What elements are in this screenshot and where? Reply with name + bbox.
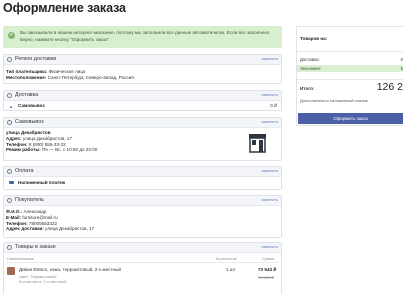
pickup-phone-value: 8 (800) 555-33-22	[28, 141, 66, 147]
product-thumbnail[interactable]	[7, 267, 15, 275]
pickup-point-name: улица Декабристов	[6, 130, 51, 135]
buyer-email-value: furniture@mail.ru	[22, 214, 58, 220]
section-circle-icon	[7, 120, 12, 125]
section-circle-icon	[7, 93, 12, 98]
buyer-change-link[interactable]: изменить	[261, 196, 278, 205]
buyer-name-label: Ф.И.О.:	[6, 209, 23, 214]
summary-total-label: Итого:	[300, 86, 315, 91]
col-qty-header: Количество	[216, 256, 237, 261]
delivery-method[interactable]: Самовывоз	[18, 103, 45, 108]
buyer-title: Покупатель	[15, 197, 44, 203]
section-circle-icon	[7, 245, 12, 250]
region-change-link[interactable]: изменить	[261, 55, 278, 64]
pickup-hours-label: Режим работы:	[6, 147, 41, 153]
cash-icon	[9, 181, 14, 184]
summary-total-value: 126 2	[376, 81, 403, 93]
location-value: Санкт-Петербург, Северо-Запад, Россия	[47, 74, 134, 80]
delivery-title: Доставка	[15, 92, 39, 98]
cart-title: Товары в заказе	[15, 244, 56, 250]
pickup-change-link[interactable]: изменить	[261, 118, 278, 127]
notice-text: Вы заказывали в нашем интернет-магазине,…	[20, 30, 270, 42]
store-icon	[249, 134, 266, 153]
autofill-notice: ✓ Вы заказывали в нашем интернет-магазин…	[3, 26, 282, 48]
payment-section: Оплата изменить Наложенный платеж	[3, 166, 282, 190]
product-old-sum: 79 000 ₽	[258, 275, 274, 280]
payment-change-link[interactable]: изменить	[261, 167, 278, 176]
buyer-phone-label: Телефон:	[6, 220, 28, 226]
buyer-address-label: Адрес доставки:	[6, 226, 44, 232]
delivery-price: 0 ₽	[270, 103, 277, 108]
delivery-change-link[interactable]: изменить	[261, 91, 278, 100]
product-sum: 73 543 ₽	[258, 267, 277, 272]
table-divider	[6, 262, 278, 263]
payment-header: Оплата изменить	[4, 167, 281, 177]
summary-saving-label: Экономия:	[300, 66, 322, 71]
region-header: Регион доставки изменить	[4, 55, 281, 65]
section-circle-icon	[7, 198, 12, 203]
pickup-truck-icon: ▲	[9, 104, 13, 109]
pickup-section: Самовывоз изменить улица Декабристов Адр…	[3, 117, 282, 161]
payment-method[interactable]: Наложенный платеж	[18, 180, 65, 185]
pickup-address-label: Адрес:	[6, 135, 22, 141]
order-summary: Товаров на: Доставка: 0 Экономия: 5 Итог…	[296, 26, 403, 126]
delivery-section: Доставка изменить ▲ Самовывоз 0 ₽	[3, 90, 282, 111]
buyer-email-label: E-Mail:	[6, 214, 22, 220]
product-qty: 1 шт	[226, 267, 236, 272]
region-section: Регион доставки изменить Тип плательщика…	[3, 54, 282, 84]
buyer-address-value: улица Декабристов, 17	[45, 226, 95, 232]
section-circle-icon	[7, 169, 12, 174]
info-check-icon: ✓	[8, 32, 15, 39]
pickup-address-value: улица Декабристов, 17	[22, 135, 72, 141]
product-seats: Кол-во мест: 2-х местный	[19, 279, 67, 284]
pickup-hours-value: Пн — Вс. с 10:00 до 22:00	[42, 147, 98, 153]
buyer-header: Покупатель изменить	[4, 196, 281, 206]
summary-delivery-label: Доставка:	[300, 57, 320, 62]
pickup-phone-label: Телефон:	[6, 141, 28, 147]
buyer-section: Покупатель изменить Ф.И.О.: Александр E-…	[3, 195, 282, 238]
cart-section: Товары в заказе изменить Наименование Ко…	[3, 242, 282, 294]
payer-type-value: Физическое лицо	[48, 69, 86, 74]
place-order-button[interactable]: Оформить заказ	[298, 113, 403, 124]
col-name-header: Наименование	[7, 256, 34, 261]
page-title: Оформление заказа	[3, 1, 126, 15]
payer-type-label: Тип плательщика:	[6, 69, 48, 74]
buyer-phone-value: 78005553322	[28, 220, 58, 226]
pickup-header: Самовывоз изменить	[4, 118, 281, 128]
section-circle-icon	[7, 57, 12, 62]
pickup-title: Самовывоз	[15, 119, 44, 125]
summary-cod-note: Дополнительно наложенный платеж	[300, 98, 368, 103]
col-sum-header: Сумма	[262, 256, 275, 261]
payment-title: Оплата	[15, 168, 34, 174]
location-label: Местоположение:	[6, 74, 47, 80]
summary-divider	[297, 51, 403, 52]
summary-items-label: Товаров на:	[300, 36, 328, 41]
cart-change-link[interactable]: изменить	[261, 243, 278, 252]
summary-divider-2	[297, 79, 403, 80]
product-name[interactable]: Диван Elesco, кожа, терракотовый, 2-х ме…	[19, 267, 121, 273]
buyer-name-value: Александр	[23, 209, 47, 214]
delivery-header: Доставка изменить	[4, 91, 281, 101]
cart-header: Товары в заказе изменить	[4, 243, 281, 253]
region-title: Регион доставки	[15, 56, 57, 62]
